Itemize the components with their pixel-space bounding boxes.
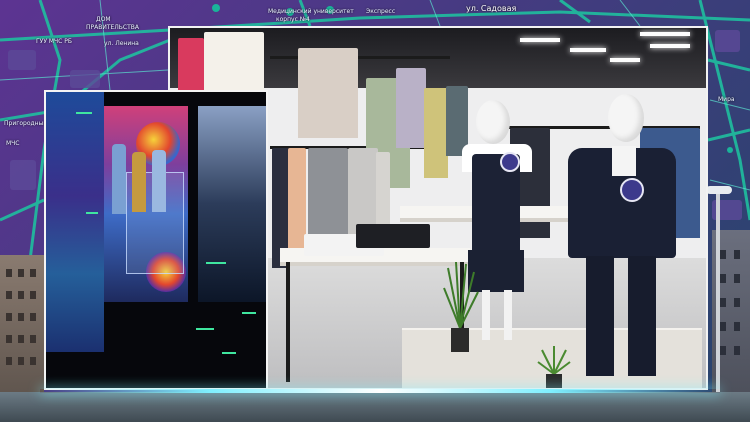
presenter xyxy=(112,144,126,214)
street-lamp-head xyxy=(706,186,732,194)
street-lamp-pole xyxy=(716,190,720,420)
mannequin-leg xyxy=(482,290,490,340)
mannequin-trousers-right xyxy=(586,256,614,376)
studio-light-dash xyxy=(86,212,98,214)
map-label-sadovaya: ул. Садовая xyxy=(466,4,517,13)
map-label-korpus: корпус №4 xyxy=(276,16,310,23)
studio-light-dash xyxy=(196,328,214,330)
mannequin-leg xyxy=(504,290,512,340)
ceiling-light xyxy=(520,38,560,42)
left-building xyxy=(0,255,44,400)
garment-olive xyxy=(424,88,448,178)
map-label-med-univer: Медицинский университет xyxy=(268,8,354,15)
mannequin-trousers-right xyxy=(628,256,656,376)
ceiling-light xyxy=(570,48,606,52)
table-leg xyxy=(286,262,290,382)
garment-grey-pants xyxy=(308,148,348,248)
school-badge-left xyxy=(500,152,520,172)
ceiling-light xyxy=(650,44,690,48)
mannequin-head-right xyxy=(608,94,644,142)
mannequin-collar-right xyxy=(612,146,636,176)
mannequin-head-left xyxy=(476,100,510,144)
street-road xyxy=(0,392,750,422)
map-label-pravitelstva: ПРАВИТЕЛЬСТВА xyxy=(86,24,139,31)
studio-light-dash xyxy=(206,262,226,264)
school-badge-right xyxy=(620,178,644,202)
map-label-dom: ДОМ xyxy=(96,16,111,23)
map-label-mchs: МЧС xyxy=(6,140,20,147)
map-label-gu-mchs: ГУУ МЧС РБ xyxy=(36,38,72,45)
garment-lilac xyxy=(396,68,426,148)
map-label-mira: Мира xyxy=(718,96,735,103)
studio-screen-left xyxy=(46,92,104,352)
ceiling-light xyxy=(640,32,690,36)
plant-left xyxy=(443,261,479,352)
ceiling-light xyxy=(610,58,640,62)
garment-pink xyxy=(178,38,204,96)
map-label-express: Экспресс xyxy=(366,8,396,15)
presenter xyxy=(132,152,146,212)
studio-light-dash xyxy=(242,312,256,314)
glow-divider xyxy=(40,389,720,393)
studio-screen-right xyxy=(198,106,266,302)
clothing-rail xyxy=(270,56,450,59)
inset-photo-tv-studio xyxy=(44,90,268,390)
presenter xyxy=(152,150,166,212)
map-label-lenina: ул. Ленина xyxy=(104,40,139,47)
garment-check-jacket xyxy=(298,48,358,138)
plant-right xyxy=(537,346,571,388)
studio-light-dash xyxy=(222,352,236,354)
studio-light-dash xyxy=(76,112,92,114)
folded-stack-black xyxy=(356,224,430,248)
